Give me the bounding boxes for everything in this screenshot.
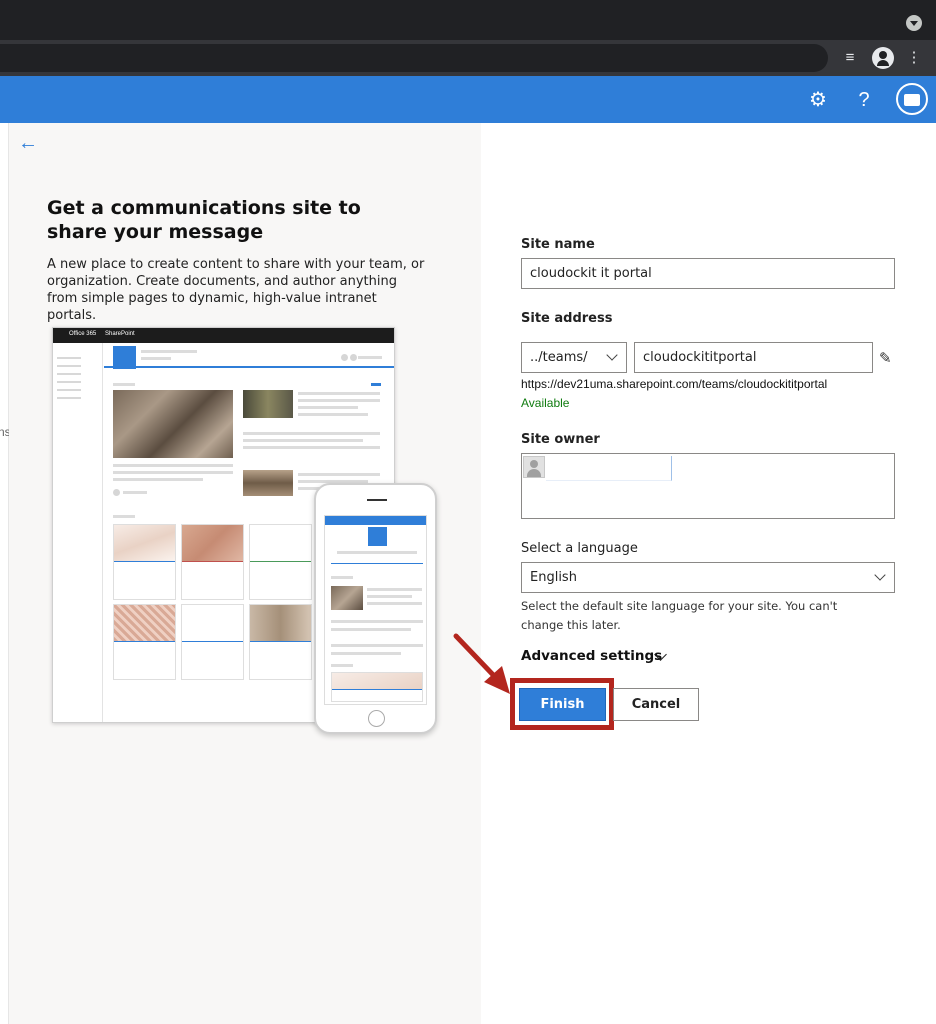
back-arrow-icon[interactable]: ← — [18, 132, 38, 155]
site-name-label: Site name — [521, 237, 595, 252]
language-label: Select a language — [521, 541, 638, 556]
settings-icon[interactable]: ⚙ — [806, 88, 830, 112]
preview-app-label: SharePoint — [105, 331, 135, 337]
preview-suite-bar: Office 365 SharePoint — [53, 328, 394, 343]
preview-card — [249, 604, 312, 680]
suite-bar: ⚙ ? — [0, 76, 936, 123]
edit-pencil-icon[interactable]: ✎ — [879, 349, 892, 367]
panel-description: A new place to create content to share w… — [47, 257, 425, 323]
site-address-label: Site address — [521, 311, 613, 326]
preview-nav — [53, 343, 103, 722]
site-owner-label: Site owner — [521, 432, 600, 447]
site-address-prefix-value: ../teams/ — [530, 350, 588, 365]
preview-card — [113, 604, 176, 680]
preview-card — [181, 604, 244, 680]
language-value: English — [530, 570, 577, 585]
preview-news-image — [243, 390, 293, 418]
browser-tabstrip — [0, 0, 936, 40]
person-avatar-icon — [523, 456, 545, 478]
browser-toolbar: ≡ ⋮ — [0, 40, 936, 76]
account-avatar[interactable] — [896, 83, 928, 115]
cancel-button[interactable]: Cancel — [613, 688, 699, 721]
site-address-input[interactable]: cloudockititportal — [634, 342, 873, 373]
preview-card — [113, 524, 176, 600]
site-owner-token[interactable] — [546, 456, 672, 481]
language-dropdown[interactable]: English — [521, 562, 895, 593]
panel-headline: Get a communications site to share your … — [47, 197, 361, 243]
preview-news-image-2 — [243, 470, 293, 496]
language-help-text: Select the default site language for you… — [521, 599, 838, 632]
address-bar[interactable] — [0, 44, 828, 72]
background-page: ns — [0, 123, 11, 1024]
preview-card — [181, 524, 244, 600]
preview-header-rule — [104, 366, 394, 368]
site-url: https://dev21uma.sharepoint.com/teams/cl… — [521, 377, 828, 391]
menu-icon[interactable]: ⋮ — [904, 48, 924, 68]
advanced-settings-toggle[interactable]: Advanced settings — [521, 648, 662, 664]
preview-suite-label: Office 365 — [69, 331, 97, 337]
preview-card — [249, 524, 312, 600]
help-icon[interactable]: ? — [852, 88, 876, 112]
tab-search-icon[interactable] — [906, 15, 922, 31]
availability-status: Available — [521, 396, 570, 410]
finish-button[interactable]: Finish — [519, 688, 606, 721]
preview-hero-image — [113, 390, 233, 458]
media-control-icon[interactable]: ≡ — [840, 48, 860, 68]
phone-preview — [314, 483, 437, 734]
profile-icon[interactable] — [872, 47, 894, 69]
site-name-input[interactable]: cloudockit it portal — [521, 258, 895, 289]
